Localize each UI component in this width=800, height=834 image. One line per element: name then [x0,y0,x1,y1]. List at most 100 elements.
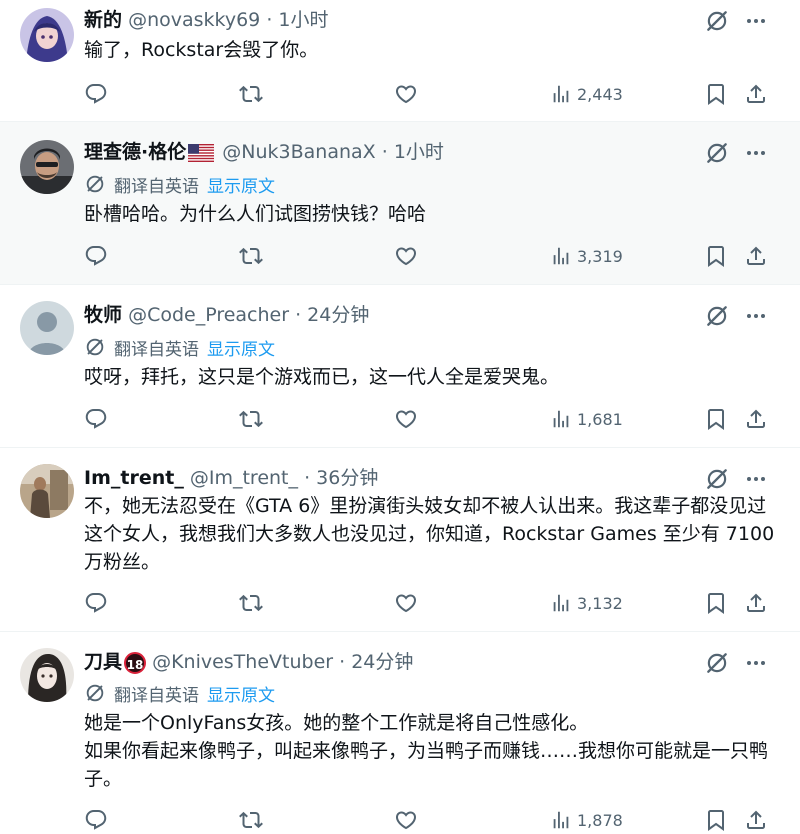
author-handle[interactable]: @KnivesTheVtuber [152,651,333,673]
tweet[interactable]: Im_trent_ @Im_trent_ · 36分钟 不，她无法忍受在《GTA… [0,448,800,632]
share-button[interactable] [744,242,768,270]
views-button[interactable]: 3,319 [550,242,623,270]
author-name[interactable]: 刀具 [84,651,122,673]
like-button[interactable] [394,405,418,433]
author-handle[interactable]: @Nuk3BananaX [222,141,375,163]
tweet-time[interactable]: · 24分钟 [295,304,369,326]
bookmark-button[interactable] [704,80,728,108]
bookmark-button[interactable] [704,589,728,617]
more-icon[interactable] [744,9,768,33]
avatar[interactable] [20,140,74,194]
avatar[interactable] [20,8,74,62]
reply-button[interactable] [84,589,108,617]
retweet-icon [239,82,263,106]
bookmark-button[interactable] [704,242,728,270]
like-button[interactable] [394,806,418,834]
share-icon [744,244,768,268]
tweet-actions: 1,878 [84,806,774,834]
heart-icon [394,82,418,106]
retweet-button[interactable] [239,405,263,433]
author-name[interactable]: Im_trent_ [84,467,184,489]
more-icon[interactable] [744,651,768,675]
translated-label: 翻译自英语 [114,339,199,360]
tweet[interactable]: 刀具 18 @KnivesTheVtuber · 24分钟 翻译自英语 显示原文 … [0,632,800,821]
age-18-badge: 18 [124,651,147,674]
like-button[interactable] [394,242,418,270]
tweet-time[interactable]: · 1小时 [382,141,444,163]
author-name[interactable]: 牧师 [84,304,122,326]
like-button[interactable] [394,80,418,108]
translate-icon [84,173,106,195]
tweet-actions: 3,319 [84,242,774,270]
views-button[interactable]: 1,878 [550,806,623,834]
avatar[interactable] [20,464,74,518]
reply-button[interactable] [84,405,108,433]
grok-icon[interactable] [704,466,730,492]
tweet[interactable]: 理查德·格伦 @Nuk3BananaX · 1小时 翻译自英语 显示原文 卧槽哈… [0,122,800,285]
translation-note: 翻译自英语 显示原文 [84,171,275,197]
views-button[interactable]: 1,681 [550,405,623,433]
share-button[interactable] [744,405,768,433]
tweet[interactable]: 新的 @novaskky69 · 1小时 输了，Rockstar会毁了你。 2,… [0,0,800,122]
author-name[interactable]: 理查德·格伦 [84,141,186,163]
retweet-button[interactable] [239,589,263,617]
reply-icon [84,808,108,832]
us-flag-icon [188,143,215,162]
tweet[interactable]: 牧师 @Code_Preacher · 24分钟 翻译自英语 显示原文 哎呀，拜… [0,285,800,448]
avatar[interactable] [20,648,74,702]
bookmark-icon [704,808,728,832]
more-icon[interactable] [744,141,768,165]
tweet-header: Im_trent_ @Im_trent_ · 36分钟 [84,464,720,492]
tweet-time[interactable]: · 24分钟 [339,651,413,673]
show-original-link[interactable]: 显示原文 [207,681,275,706]
share-button[interactable] [744,806,768,834]
retweet-button[interactable] [239,806,263,834]
views-icon [550,83,572,105]
views-icon [550,809,572,831]
views-button[interactable]: 3,132 [550,589,623,617]
reply-button[interactable] [84,242,108,270]
reply-button[interactable] [84,806,108,834]
translate-icon [84,682,106,704]
tweet-time[interactable]: · 1小时 [266,9,328,31]
show-original-link[interactable]: 显示原文 [207,172,275,197]
tweet-header: 新的 @novaskky69 · 1小时 [84,6,720,34]
bookmark-button[interactable] [704,405,728,433]
share-icon [744,808,768,832]
translation-note: 翻译自英语 显示原文 [84,680,275,706]
grok-icon[interactable] [704,303,730,329]
bookmark-icon [704,407,728,431]
tweet-text: 哎呀，拜托，这只是个游戏而已，这一代人全是爱哭鬼。 [84,366,560,388]
retweet-button[interactable] [239,242,263,270]
grok-icon[interactable] [704,8,730,34]
show-original-link[interactable]: 显示原文 [207,335,275,360]
tweet-text: 不，她无法忍受在《GTA 6》里扮演街头妓女却不被人认出来。我这辈子都没见过这个… [84,495,775,573]
views-button[interactable]: 2,443 [550,80,623,108]
heart-icon [394,591,418,615]
grok-icon[interactable] [704,140,730,166]
author-name[interactable]: 新的 [84,9,122,31]
reply-button[interactable] [84,80,108,108]
translated-label: 翻译自英语 [114,685,199,706]
share-button[interactable] [744,589,768,617]
grok-icon[interactable] [704,650,730,676]
tweet-time[interactable]: · 36分钟 [304,467,378,489]
share-button[interactable] [744,80,768,108]
author-handle[interactable]: @Im_trent_ [190,467,298,489]
bookmark-icon [704,244,728,268]
share-icon [744,591,768,615]
more-icon[interactable] [744,467,768,491]
reply-icon [84,591,108,615]
retweet-icon [239,407,263,431]
more-icon[interactable] [744,304,768,328]
author-handle[interactable]: @novaskky69 [128,9,260,31]
like-button[interactable] [394,589,418,617]
retweet-icon [239,244,263,268]
views-count: 3,319 [577,246,623,266]
bookmark-button[interactable] [704,806,728,834]
retweet-button[interactable] [239,80,263,108]
tweet-header: 牧师 @Code_Preacher · 24分钟 [84,301,720,329]
tweet-header: 刀具 18 @KnivesTheVtuber · 24分钟 [84,648,720,676]
avatar[interactable] [20,301,74,355]
author-handle[interactable]: @Code_Preacher [128,304,289,326]
